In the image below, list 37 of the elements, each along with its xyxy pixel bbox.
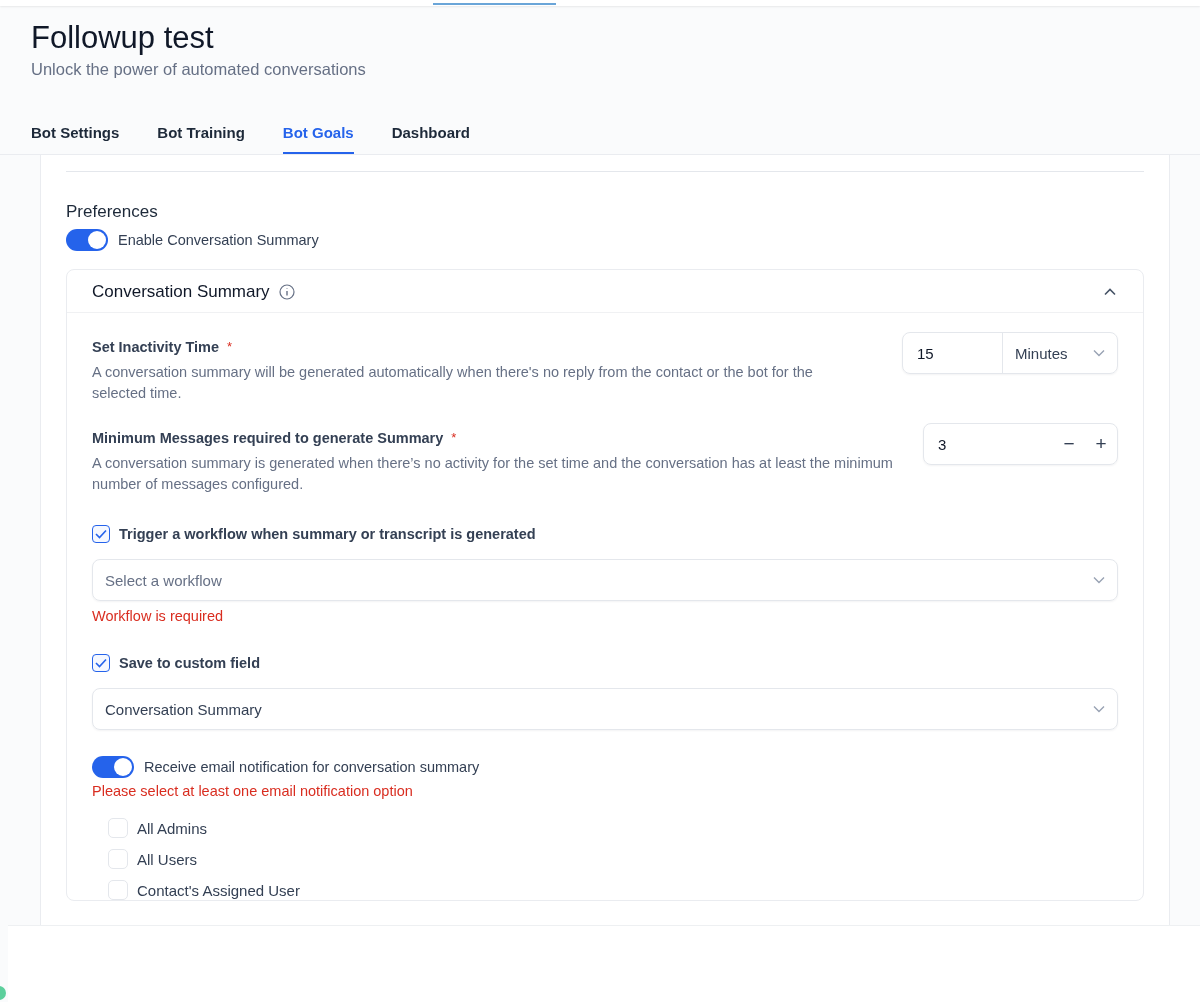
chevron-down-icon[interactable]: [1093, 576, 1105, 584]
panel-title: Conversation Summary: [92, 282, 270, 302]
tab[interactable]: Bot Settings: [31, 124, 120, 154]
page-title: Followup test: [30, 19, 215, 57]
required-asterisk: *: [451, 430, 457, 445]
field-description: A conversation summary is generated when there’s no activity for the set time and the conversation has at least the minimum number of messages configured.: [92, 454, 894, 494]
field-description: A conversation summary will be generated automatically when there's no reply from the contact or the bot for the selected time.: [92, 363, 814, 403]
check-icon: [95, 658, 107, 668]
workflow-select[interactable]: Select a workflow: [92, 559, 1118, 601]
chevron-down-icon[interactable]: [1093, 705, 1105, 713]
error-message: Please select at least one email notification option: [92, 783, 414, 799]
toggle-label: Enable Conversation Summary: [118, 232, 319, 248]
checkbox[interactable]: [92, 654, 110, 672]
info-icon[interactable]: [278, 284, 295, 300]
tab[interactable]: Bot Training: [157, 124, 245, 154]
checkbox[interactable]: [92, 525, 110, 543]
required-asterisk: *: [227, 339, 233, 354]
number-input[interactable]: 15: [903, 333, 1003, 373]
checkbox-label: All Users: [137, 850, 197, 868]
toggle-switch[interactable]: [66, 229, 108, 251]
field-label: Set Inactivity Time: [92, 339, 220, 355]
unit-dropdown[interactable]: Minutes: [1003, 344, 1117, 362]
toggle-label: Receive email notification for conversation summary: [144, 759, 480, 775]
tab[interactable]: Dashboard: [391, 124, 471, 154]
chevron-up-icon[interactable]: [1104, 288, 1116, 296]
check-icon: [95, 529, 107, 539]
page-subtitle: Unlock the power of automated conversations: [30, 59, 367, 79]
custom-field-select[interactable]: Conversation Summary: [92, 688, 1118, 730]
error-message: Workflow is required: [92, 608, 225, 624]
checkbox-label: Contact's Assigned User: [137, 881, 300, 899]
checkbox-label: Save to custom field: [119, 655, 260, 671]
field-label: Minimum Messages required to generate Summary: [92, 430, 444, 446]
checkbox-label: Trigger a workflow when summary or transcript is generated: [119, 526, 536, 542]
chevron-down-icon[interactable]: [1093, 349, 1105, 357]
section-heading: Preferences: [66, 202, 159, 222]
checkbox-label: All Admins: [137, 819, 208, 837]
toggle-switch[interactable]: [92, 756, 134, 778]
